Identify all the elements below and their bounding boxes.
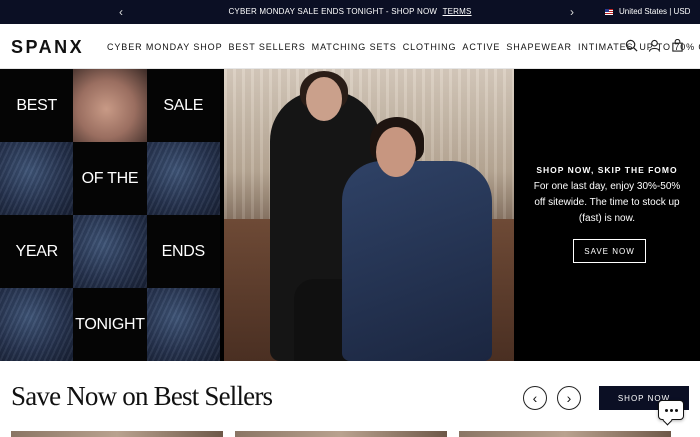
grid-word-year: YEAR xyxy=(15,242,58,260)
nav-matching-sets[interactable]: MATCHING SETS xyxy=(312,42,397,52)
grid-cell-year: YEAR xyxy=(0,215,74,288)
header-icons xyxy=(625,39,684,52)
grid-word-tonight: TONIGHT xyxy=(75,315,145,333)
account-icon[interactable] xyxy=(648,39,661,52)
carousel-prev-button[interactable]: ‹ xyxy=(523,386,547,410)
announcement-message-wrap: CYBER MONDAY SALE ENDS TONIGHT - SHOP NO… xyxy=(0,7,700,16)
bag-icon[interactable] xyxy=(671,39,684,52)
nav-cyber-monday-shop[interactable]: CYBER MONDAY SHOP xyxy=(107,42,223,52)
hero-promo-panel: SHOP NOW, SKIP THE FOMO For one last day… xyxy=(514,69,700,361)
main-nav: CYBER MONDAY SHOP BEST SELLERS MATCHING … xyxy=(107,42,700,52)
promo-body: For one last day, enjoy 30%-50% off site… xyxy=(533,181,681,224)
grid-word-best: BEST xyxy=(16,96,57,114)
product-card-image[interactable] xyxy=(459,431,671,437)
grid-cell-face-photo xyxy=(73,69,147,142)
nav-best-sellers[interactable]: BEST SELLERS xyxy=(229,42,306,52)
grid-cell-denim-photo xyxy=(0,288,74,361)
search-icon[interactable] xyxy=(625,39,638,52)
grid-cell-of-the: OF THE xyxy=(73,142,147,215)
grid-cell-denim-photo xyxy=(146,288,220,361)
hero-word-grid: BEST SALE OF THE YEAR ENDS TONIGHT xyxy=(0,69,220,361)
carousel-next-button[interactable]: › xyxy=(557,386,581,410)
chat-dot xyxy=(674,408,678,412)
grid-cell-denim-photo xyxy=(146,142,220,215)
nav-clothing[interactable]: CLOTHING xyxy=(403,42,457,52)
section-title: Save Now on Best Sellers xyxy=(11,381,273,411)
product-carousel xyxy=(0,431,700,437)
terms-link[interactable]: TERMS xyxy=(443,7,472,16)
grid-word-of-the: OF THE xyxy=(81,169,139,187)
grid-cell-denim-photo xyxy=(0,142,74,215)
product-card-image[interactable] xyxy=(235,431,447,437)
chat-dot xyxy=(664,408,668,412)
locale-selector[interactable]: United States | USD xyxy=(605,7,690,16)
grid-cell-ends: ENDS xyxy=(146,215,220,288)
grid-cell-denim-photo xyxy=(73,215,147,288)
save-now-button[interactable]: SAVE NOW xyxy=(573,239,646,263)
grid-word-sale: SALE xyxy=(163,96,204,114)
promo-eyebrow: SHOP NOW, SKIP THE FOMO xyxy=(536,165,678,175)
spanx-logo[interactable]: SPANX xyxy=(11,37,84,58)
chat-icon[interactable] xyxy=(658,400,684,420)
hero-models-photo xyxy=(224,69,514,361)
model-one-head xyxy=(306,77,342,121)
nav-active[interactable]: ACTIVE xyxy=(462,42,500,52)
announcement-bar: ‹ CYBER MONDAY SALE ENDS TONIGHT - SHOP … xyxy=(0,0,700,24)
grid-word-ends: ENDS xyxy=(161,242,206,260)
hero-banner[interactable]: BEST SALE OF THE YEAR ENDS TONIGHT SHOP … xyxy=(0,69,700,361)
us-flag-icon xyxy=(605,8,613,15)
grid-cell-tonight: TONIGHT xyxy=(73,288,147,361)
chat-dot xyxy=(669,408,673,412)
nav-shapewear[interactable]: SHAPEWEAR xyxy=(506,42,572,52)
model-two-head xyxy=(376,127,416,177)
grid-cell-best: BEST xyxy=(0,69,74,142)
locale-label: United States | USD xyxy=(619,7,691,16)
announcement-message: CYBER MONDAY SALE ENDS TONIGHT - SHOP NO… xyxy=(228,7,438,16)
site-header: SPANX CYBER MONDAY SHOP BEST SELLERS MAT… xyxy=(0,24,700,69)
product-card-image[interactable] xyxy=(11,431,223,437)
announcement-next-arrow[interactable]: › xyxy=(570,4,574,20)
model-two-denim-jacket xyxy=(342,161,492,361)
grid-cell-sale: SALE xyxy=(146,69,220,142)
